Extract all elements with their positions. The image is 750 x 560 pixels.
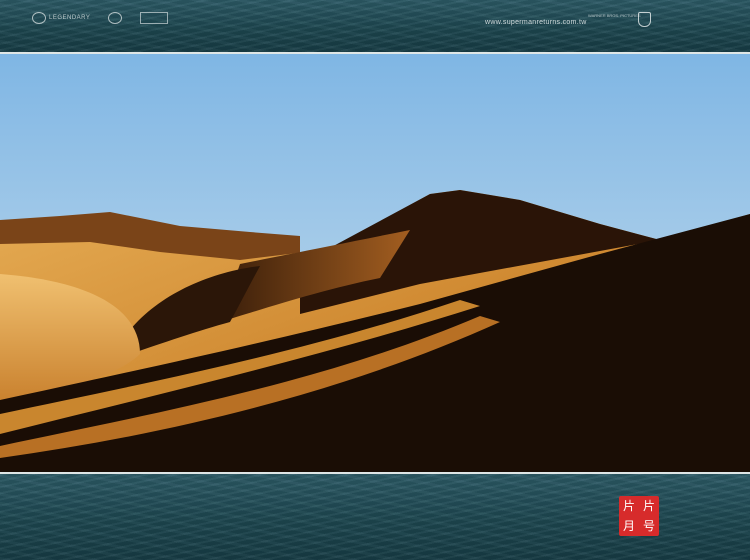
seal-glyph: 号 xyxy=(642,519,655,533)
seal-glyph: 片 xyxy=(642,499,655,513)
wb-shield-icon xyxy=(638,12,651,27)
dune-photo xyxy=(0,52,750,474)
legendary-logo: LEGENDARY xyxy=(32,12,90,24)
legendary-logo-text: LEGENDARY xyxy=(49,15,91,21)
seal-glyph: 片 xyxy=(622,499,635,513)
red-seal-stamp: 片 片 月 号 xyxy=(619,496,659,536)
distributor-logo xyxy=(140,12,169,24)
website-url[interactable]: www.supermanreturns.com.tw xyxy=(485,19,587,26)
seal-glyph: 月 xyxy=(622,519,635,533)
legendary-mark-icon xyxy=(32,12,46,24)
sponsor-logos: LEGENDARY xyxy=(32,12,169,24)
studio-logo xyxy=(108,12,123,24)
dune-illustration xyxy=(0,54,750,472)
distributor-mark-icon xyxy=(140,12,169,24)
top-water-banner: LEGENDARY www.supermanreturns.com.tw WAR… xyxy=(0,0,750,52)
studio-mark-icon xyxy=(108,12,123,24)
